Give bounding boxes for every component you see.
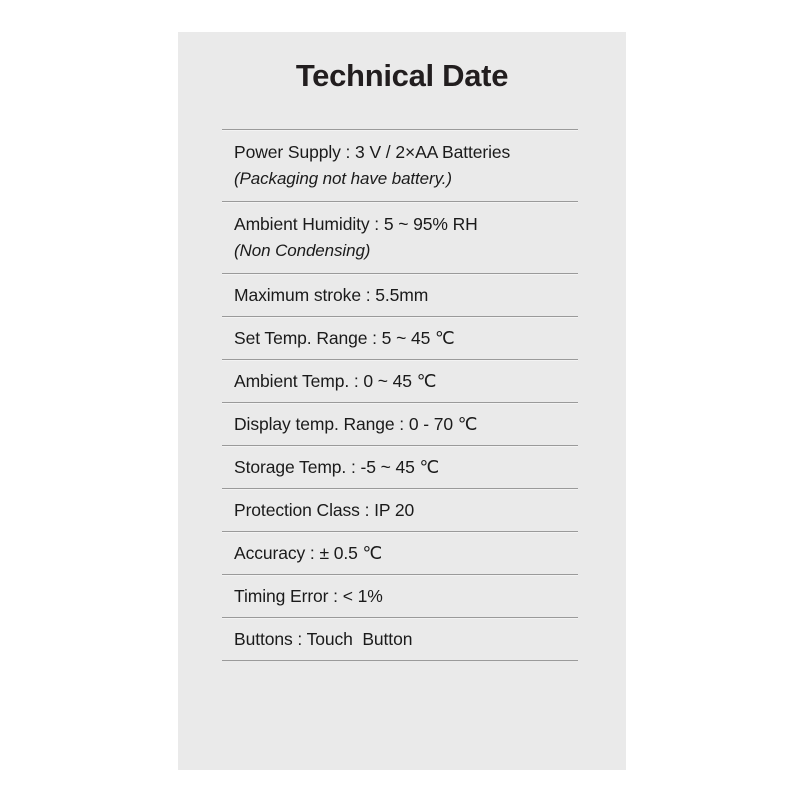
- specification-list: Power Supply : 3 V / 2×AA Batteries (Pac…: [222, 129, 578, 661]
- spec-label: Display temp. Range : 0 - 70 ℃: [234, 414, 478, 434]
- spec-note: (Non Condensing): [234, 241, 371, 260]
- spec-row-accuracy: Accuracy : ± 0.5 ℃: [222, 531, 578, 574]
- spec-row-buttons: Buttons : Touch Button: [222, 617, 578, 661]
- spec-row-display-temp-range: Display temp. Range : 0 - 70 ℃: [222, 402, 578, 445]
- technical-data-card: Technical Date Power Supply : 3 V / 2×AA…: [178, 32, 626, 770]
- spec-row-set-temp-range: Set Temp. Range : 5 ~ 45 ℃: [222, 316, 578, 359]
- spec-label: Timing Error : < 1%: [234, 586, 383, 606]
- page-title: Technical Date: [295, 58, 509, 93]
- spec-row-ambient-temp: Ambient Temp. : 0 ~ 45 ℃: [222, 359, 578, 402]
- spec-label: Protection Class : IP 20: [234, 500, 415, 520]
- spec-label: Accuracy : ± 0.5 ℃: [234, 543, 383, 563]
- spec-row-power-supply: Power Supply : 3 V / 2×AA Batteries (Pac…: [222, 129, 578, 201]
- spec-label: Storage Temp. : -5 ~ 45 ℃: [234, 457, 440, 477]
- spec-row-storage-temp: Storage Temp. : -5 ~ 45 ℃: [222, 445, 578, 488]
- spec-label: Set Temp. Range : 5 ~ 45 ℃: [234, 328, 455, 348]
- spec-note: (Packaging not have battery.): [234, 169, 452, 188]
- spec-label: Power Supply : 3 V / 2×AA Batteries: [234, 142, 511, 162]
- spec-row-protection-class: Protection Class : IP 20: [222, 488, 578, 531]
- spec-label: Ambient Humidity : 5 ~ 95% RH: [234, 214, 478, 234]
- spec-row-ambient-humidity: Ambient Humidity : 5 ~ 95% RH (Non Conde…: [222, 201, 578, 273]
- spec-label: Ambient Temp. : 0 ~ 45 ℃: [234, 371, 437, 391]
- spec-row-timing-error: Timing Error : < 1%: [222, 574, 578, 617]
- spec-label: Buttons : Touch Button: [234, 629, 413, 649]
- spec-label: Maximum stroke : 5.5mm: [234, 285, 429, 305]
- spec-row-maximum-stroke: Maximum stroke : 5.5mm: [222, 273, 578, 316]
